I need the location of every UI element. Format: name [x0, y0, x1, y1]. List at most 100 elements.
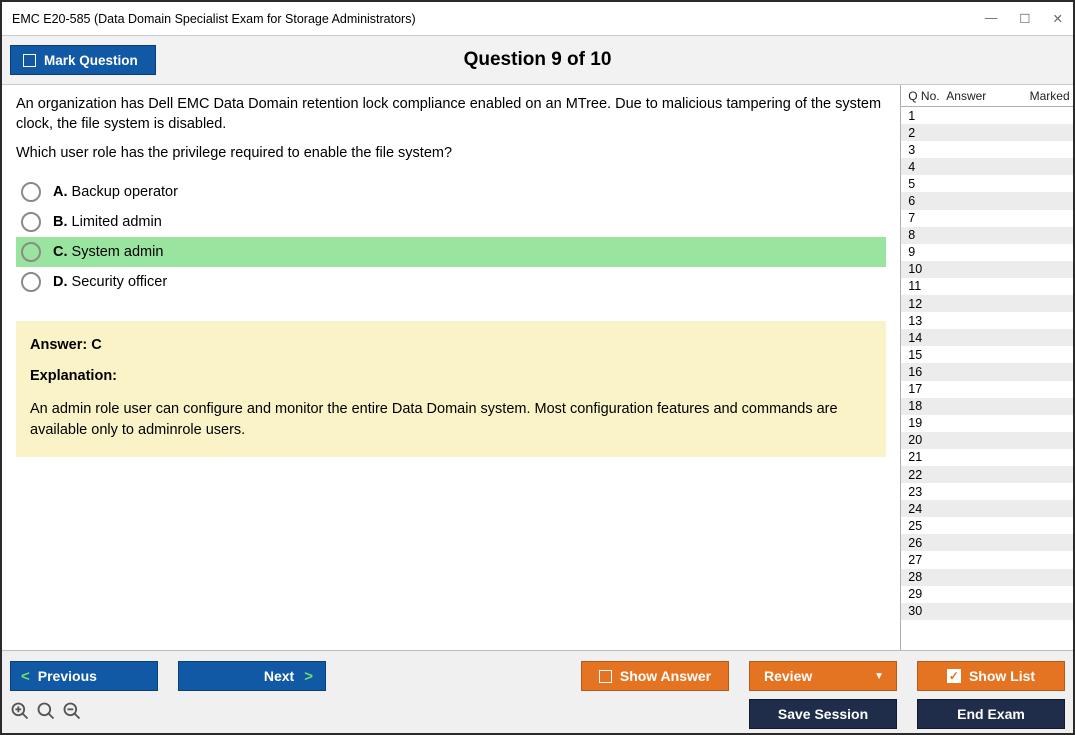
question-list-row[interactable]: 11 [901, 278, 1073, 295]
question-list-row[interactable]: 26 [901, 534, 1073, 551]
question-counter: Question 9 of 10 [464, 49, 612, 71]
question-list-row[interactable]: 3 [901, 141, 1073, 158]
chevron-left-icon: < [21, 668, 30, 685]
minimize-icon[interactable]: — [985, 11, 998, 26]
question-list-row[interactable]: 9 [901, 244, 1073, 261]
show-list-button[interactable]: ✓ Show List [917, 661, 1065, 691]
close-icon[interactable]: ✕ [1053, 11, 1063, 26]
question-list-row[interactable]: 2 [901, 124, 1073, 141]
question-list-row[interactable]: 7 [901, 210, 1073, 227]
question-list-row[interactable]: 12 [901, 295, 1073, 312]
row-qno: 11 [901, 279, 946, 293]
option-b[interactable]: B. Limited admin [16, 207, 886, 237]
row-qno: 16 [901, 365, 946, 379]
footer-bar: < Previous Next > Show Answer Review ▼ [2, 650, 1073, 733]
previous-label: Previous [38, 668, 97, 684]
row-qno: 29 [901, 587, 946, 601]
question-list-row[interactable]: 5 [901, 175, 1073, 192]
show-answer-label: Show Answer [620, 668, 711, 684]
row-qno: 7 [901, 211, 946, 225]
previous-button[interactable]: < Previous [10, 661, 158, 691]
question-list-row[interactable]: 23 [901, 483, 1073, 500]
save-session-button[interactable]: Save Session [749, 699, 897, 729]
radio-icon [21, 242, 41, 262]
question-list-body[interactable]: 1234567891011121314151617181920212223242… [901, 107, 1073, 650]
checkbox-checked-icon: ✓ [947, 669, 961, 683]
next-button[interactable]: Next > [178, 661, 326, 691]
review-button[interactable]: Review ▼ [749, 661, 897, 691]
row-qno: 6 [901, 194, 946, 208]
col-marked-header: Marked [1026, 89, 1073, 103]
col-answer-header: Answer [946, 89, 1026, 103]
radio-icon [21, 212, 41, 232]
window-controls: — ☐ ✕ [985, 11, 1063, 26]
row-qno: 1 [901, 109, 946, 123]
question-list-row[interactable]: 24 [901, 500, 1073, 517]
row-qno: 8 [901, 228, 946, 242]
option-label: C. System admin [53, 244, 163, 260]
question-text-2: Which user role has the privilege requir… [16, 144, 886, 164]
question-list-row[interactable]: 14 [901, 329, 1073, 346]
row-qno: 18 [901, 399, 946, 413]
question-list-row[interactable]: 27 [901, 551, 1073, 568]
footer-row-1: < Previous Next > Show Answer Review ▼ [10, 661, 1065, 691]
question-list-row[interactable]: 10 [901, 261, 1073, 278]
end-exam-button[interactable]: End Exam [917, 699, 1065, 729]
question-list-row[interactable]: 8 [901, 227, 1073, 244]
col-qno-header: Q No. [901, 89, 946, 103]
show-answer-button[interactable]: Show Answer [581, 661, 729, 691]
row-qno: 9 [901, 245, 946, 259]
question-list-row[interactable]: 30 [901, 603, 1073, 620]
row-qno: 19 [901, 416, 946, 430]
save-session-label: Save Session [778, 706, 868, 722]
question-list-row[interactable]: 20 [901, 432, 1073, 449]
question-list-row[interactable]: 6 [901, 192, 1073, 209]
row-qno: 14 [901, 331, 946, 345]
row-qno: 3 [901, 143, 946, 157]
question-list-row[interactable]: 17 [901, 381, 1073, 398]
zoom-controls [10, 701, 82, 727]
end-exam-label: End Exam [957, 706, 1025, 722]
row-qno: 23 [901, 485, 946, 499]
question-list-row[interactable]: 16 [901, 363, 1073, 380]
checkbox-icon [23, 54, 36, 67]
question-list-row[interactable]: 18 [901, 398, 1073, 415]
row-qno: 24 [901, 502, 946, 516]
row-qno: 13 [901, 314, 946, 328]
question-text-1: An organization has Dell EMC Data Domain… [16, 95, 886, 134]
review-label: Review [764, 668, 812, 684]
titlebar: EMC E20-585 (Data Domain Specialist Exam… [2, 2, 1073, 36]
option-label: B. Limited admin [53, 214, 162, 230]
zoom-in-icon[interactable] [10, 701, 30, 727]
question-list-row[interactable]: 4 [901, 158, 1073, 175]
row-qno: 21 [901, 450, 946, 464]
question-list-row[interactable]: 28 [901, 569, 1073, 586]
action-group-1: Show Answer Review ▼ ✓ Show List [581, 661, 1065, 691]
main-area: An organization has Dell EMC Data Domain… [2, 85, 1073, 650]
question-list-row[interactable]: 22 [901, 466, 1073, 483]
row-qno: 26 [901, 536, 946, 550]
option-label: D. Security officer [53, 274, 167, 290]
option-d[interactable]: D. Security officer [16, 267, 886, 297]
row-qno: 20 [901, 433, 946, 447]
nav-group: < Previous Next > [10, 661, 326, 691]
question-list-panel: Q No. Answer Marked 12345678910111213141… [900, 85, 1073, 650]
zoom-out-icon[interactable] [62, 701, 82, 727]
question-list-row[interactable]: 13 [901, 312, 1073, 329]
row-qno: 28 [901, 570, 946, 584]
question-list-row[interactable]: 21 [901, 449, 1073, 466]
checkbox-icon [599, 670, 612, 683]
option-c[interactable]: C. System admin [16, 237, 886, 267]
question-list-row[interactable]: 15 [901, 346, 1073, 363]
row-qno: 27 [901, 553, 946, 567]
zoom-reset-icon[interactable] [36, 701, 56, 727]
question-list-row[interactable]: 25 [901, 517, 1073, 534]
option-a[interactable]: A. Backup operator [16, 177, 886, 207]
question-list-row[interactable]: 1 [901, 107, 1073, 124]
question-list-row[interactable]: 19 [901, 415, 1073, 432]
maximize-icon[interactable]: ☐ [1019, 11, 1030, 26]
mark-question-button[interactable]: Mark Question [10, 45, 156, 75]
question-list-row[interactable]: 29 [901, 586, 1073, 603]
mark-question-label: Mark Question [44, 53, 138, 68]
answer-panel: Answer: C Explanation: An admin role use… [16, 321, 886, 457]
